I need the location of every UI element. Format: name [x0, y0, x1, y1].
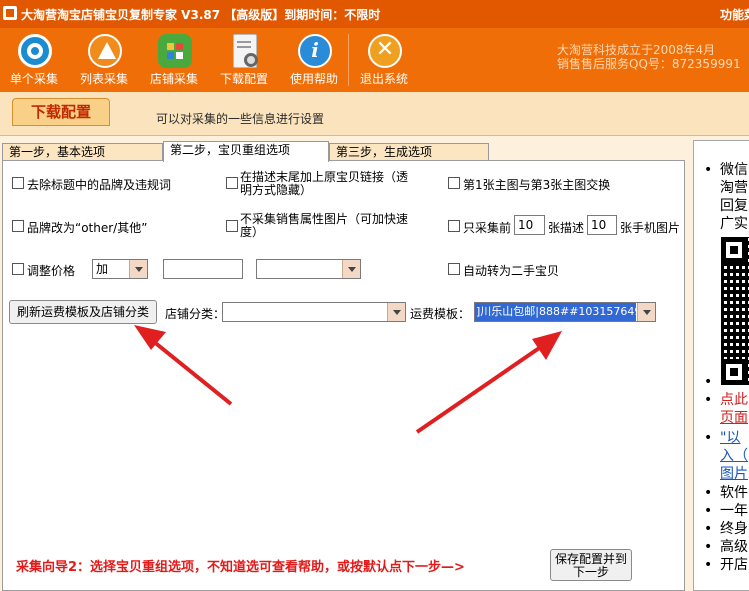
qr-corner [721, 359, 747, 385]
bullet: • [704, 503, 713, 519]
info-item-2: 一年 [720, 503, 748, 519]
arrow-right [415, 331, 562, 434]
bullet: • [704, 557, 713, 573]
bullet: • [704, 374, 713, 390]
info-item-1: 软件 [720, 485, 748, 501]
bullet: • [704, 485, 713, 501]
arrow-left [134, 325, 233, 406]
annotation-arrows [134, 325, 562, 434]
tab-step-2[interactable]: 第二步，宝贝重组选项 [163, 141, 329, 162]
wechat-line-1: 微信 [720, 162, 748, 178]
blue-link-1[interactable]: "以 [720, 429, 740, 447]
click-link-1[interactable]: 点此 [720, 391, 748, 409]
info-item-4: 高级 [720, 539, 748, 555]
collection-guide-text: 采集向导2：选择宝贝重组选项，不知道选可查看帮助，或按默认点下一步—> [16, 560, 465, 575]
bullet: • [704, 539, 713, 555]
blue-link-3[interactable]: 图片 [720, 465, 748, 483]
save-next-button[interactable]: 保存配置并到 下一步 [550, 549, 632, 581]
click-link-2[interactable]: 页面 [720, 409, 748, 427]
blue-link-2[interactable]: 入（ [720, 447, 748, 465]
bullet: • [704, 430, 713, 446]
wechat-line-3: 回复 [720, 198, 748, 214]
save-next-label-2: 下一步 [572, 565, 609, 579]
bullet: • [704, 521, 713, 537]
wechat-line-4: 广实 [720, 216, 748, 232]
info-item-5: 开店 [720, 557, 748, 573]
qr-corner [721, 237, 747, 263]
bullet: • [704, 162, 713, 178]
wechat-line-2: 淘营 [720, 180, 748, 196]
bullet: • [704, 392, 713, 408]
info-side-panel: • 微信 淘营 回复 广实 • • 点此 页面 • "以 入（ 图片 • 软件 … [693, 140, 749, 591]
qr-code [721, 237, 749, 385]
info-item-3: 终身 [720, 521, 748, 537]
